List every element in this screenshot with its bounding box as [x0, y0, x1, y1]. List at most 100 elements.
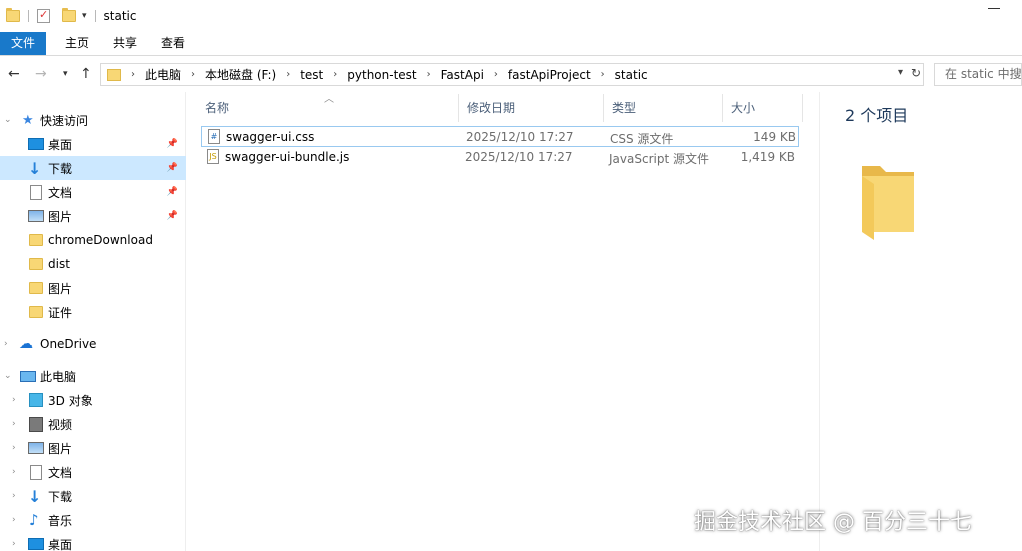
- js-file-icon: JS: [207, 149, 219, 164]
- column-header-name[interactable]: 名称: [197, 94, 459, 122]
- sidebar-item-label: 下载: [48, 489, 73, 504]
- folder-icon: [29, 234, 43, 246]
- chevron-right-icon[interactable]: ›: [12, 491, 16, 501]
- sidebar-item-desktop[interactable]: 桌面 📌: [0, 132, 186, 156]
- recent-locations-icon[interactable]: ▾: [63, 69, 68, 79]
- pictures-icon: [28, 210, 44, 222]
- navigation-pane: ⌄ ★ 快速访问 桌面 📌 ↓ 下载 📌 文档 📌 图片 📌 chromeDow…: [0, 92, 186, 551]
- properties-icon[interactable]: [37, 8, 50, 23]
- sidebar-item-label: 音乐: [48, 513, 73, 528]
- file-name: swagger-ui.css: [226, 130, 315, 144]
- chevron-right-icon[interactable]: ›: [191, 69, 195, 80]
- sidebar-item-label: 图片: [48, 281, 73, 296]
- sidebar-item-dist[interactable]: dist: [0, 252, 186, 276]
- sidebar-item-label: 桌面: [48, 137, 73, 152]
- chevron-right-icon[interactable]: ›: [12, 395, 16, 405]
- tab-share[interactable]: 共享: [101, 32, 149, 55]
- pin-icon[interactable]: 📌: [167, 163, 178, 173]
- chevron-down-icon[interactable]: ▾: [898, 67, 903, 78]
- separator: [94, 10, 96, 22]
- sidebar-item-this-pc[interactable]: ⌄ 此电脑: [0, 364, 186, 388]
- folder-icon: [107, 68, 121, 81]
- chevron-right-icon[interactable]: ›: [131, 69, 135, 80]
- sidebar-item-certificates[interactable]: 证件: [0, 300, 186, 324]
- sidebar-item-pc-pictures[interactable]: › 图片: [0, 436, 186, 460]
- table-row[interactable]: # swagger-ui.css 2025/12/10 17:27 CSS 源文…: [201, 126, 799, 147]
- column-header-size[interactable]: 大小: [723, 94, 803, 122]
- chevron-right-icon[interactable]: ›: [427, 69, 431, 80]
- title-bar: ▾ static: [0, 0, 1022, 32]
- sidebar-item-pictures[interactable]: 图片 📌: [0, 204, 186, 228]
- minimize-button[interactable]: [988, 8, 1000, 9]
- up-arrow-icon[interactable]: ↑: [80, 66, 92, 82]
- sidebar-item-label: 桌面: [48, 537, 73, 551]
- folder-icon: [29, 258, 43, 270]
- sidebar-item-label: 文档: [48, 185, 73, 200]
- chevron-right-icon[interactable]: ›: [12, 419, 16, 429]
- sidebar-item-pc-downloads[interactable]: › ↓ 下载: [0, 484, 186, 508]
- sidebar-item-documents[interactable]: 文档 📌: [0, 180, 186, 204]
- quick-access-toolbar: ▾: [0, 0, 104, 32]
- sidebar-item-downloads[interactable]: ↓ 下载 📌: [0, 156, 186, 180]
- sidebar-item-label: 下载: [48, 161, 73, 176]
- back-arrow-icon[interactable]: ←: [8, 66, 20, 82]
- sidebar-item-music[interactable]: › ♪ 音乐: [0, 508, 186, 532]
- breadcrumb-item[interactable]: static: [615, 68, 648, 82]
- address-row: ← → ▾ ↑ › 此电脑 › 本地磁盘 (F:) › test › pytho…: [0, 56, 1022, 92]
- breadcrumb-item[interactable]: FastApi: [441, 68, 484, 82]
- sidebar-item-pc-documents[interactable]: › 文档: [0, 460, 186, 484]
- tab-home[interactable]: 主页: [53, 32, 101, 55]
- sidebar-item-onedrive[interactable]: › ☁ OneDrive: [0, 332, 186, 356]
- search-input[interactable]: 在 static 中搜索: [934, 63, 1022, 86]
- refresh-icon[interactable]: ↻: [911, 66, 921, 80]
- table-row[interactable]: JS swagger-ui-bundle.js 2025/12/10 17:27…: [201, 147, 799, 168]
- tab-view[interactable]: 查看: [149, 32, 197, 55]
- forward-arrow-icon[interactable]: →: [35, 66, 47, 82]
- breadcrumb-item[interactable]: 本地磁盘 (F:): [205, 66, 276, 83]
- chevron-right-icon[interactable]: ›: [12, 443, 16, 453]
- breadcrumb-item[interactable]: 此电脑: [145, 66, 181, 83]
- document-icon: [30, 184, 42, 200]
- breadcrumb-item[interactable]: test: [300, 68, 323, 82]
- customize-toolbar-icon[interactable]: ▾: [82, 11, 87, 21]
- chevron-right-icon[interactable]: ›: [12, 467, 16, 477]
- sidebar-item-label: dist: [48, 257, 70, 271]
- chevron-down-icon[interactable]: ⌄: [4, 371, 12, 381]
- sidebar-item-pictures-folder[interactable]: 图片: [0, 276, 186, 300]
- column-header-modified[interactable]: 修改日期: [459, 94, 604, 122]
- tab-file[interactable]: 文件: [0, 32, 46, 55]
- css-file-icon: #: [208, 129, 220, 144]
- breadcrumb: › 此电脑 › 本地磁盘 (F:) › test › python-test ›…: [131, 66, 648, 83]
- sidebar-item-label: OneDrive: [40, 337, 97, 351]
- address-bar[interactable]: › 此电脑 › 本地磁盘 (F:) › test › python-test ›…: [100, 63, 924, 86]
- chevron-right-icon[interactable]: ›: [494, 69, 498, 80]
- sidebar-item-label: 此电脑: [40, 369, 77, 384]
- chevron-right-icon[interactable]: ›: [286, 69, 290, 80]
- column-header-type[interactable]: 类型: [604, 94, 723, 122]
- sidebar-item-pc-desktop[interactable]: › 桌面: [0, 532, 186, 551]
- video-icon: [29, 416, 43, 432]
- sidebar-item-label: 3D 对象: [48, 393, 93, 408]
- breadcrumb-item[interactable]: fastApiProject: [508, 68, 591, 82]
- 3d-objects-icon: [29, 393, 43, 407]
- chevron-down-icon[interactable]: ⌄: [4, 115, 12, 125]
- file-modified: 2025/12/10 17:27: [466, 130, 574, 144]
- item-count: 2 个项目: [845, 106, 909, 125]
- chevron-right-icon[interactable]: ›: [601, 69, 605, 80]
- pin-icon[interactable]: 📌: [167, 187, 178, 197]
- new-folder-icon[interactable]: [62, 8, 76, 22]
- chevron-right-icon[interactable]: ›: [12, 515, 16, 525]
- file-name: swagger-ui-bundle.js: [225, 150, 350, 164]
- pin-icon[interactable]: 📌: [167, 211, 178, 221]
- sidebar-item-3d-objects[interactable]: › 3D 对象: [0, 388, 186, 412]
- chevron-right-icon[interactable]: ›: [12, 539, 16, 549]
- desktop-icon: [28, 538, 44, 550]
- sidebar-item-chromedownload[interactable]: chromeDownload: [0, 228, 186, 252]
- chevron-right-icon[interactable]: ›: [333, 69, 337, 80]
- chevron-right-icon[interactable]: ›: [4, 339, 8, 349]
- sidebar-item-quick-access[interactable]: ⌄ ★ 快速访问: [0, 108, 186, 132]
- sidebar-item-videos[interactable]: › 视频: [0, 412, 186, 436]
- breadcrumb-item[interactable]: python-test: [347, 68, 416, 82]
- separator: [28, 10, 29, 22]
- pin-icon[interactable]: 📌: [167, 139, 178, 149]
